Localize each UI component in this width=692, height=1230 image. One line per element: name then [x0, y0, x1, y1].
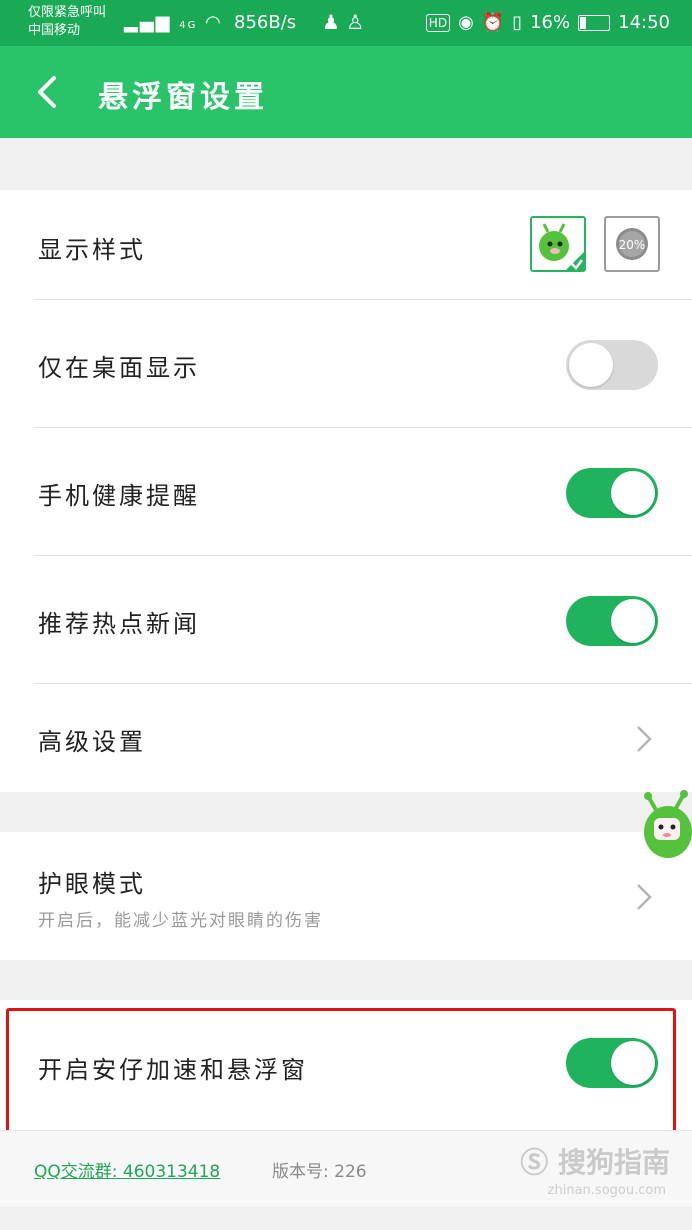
- advanced-settings-row[interactable]: 高级设置: [0, 684, 692, 792]
- desktop-only-row[interactable]: 仅在桌面显示: [0, 300, 692, 428]
- alarm-icon: ⏰: [481, 12, 505, 33]
- floating-mascot-icon[interactable]: [640, 790, 692, 862]
- display-style-label: 显示样式: [38, 236, 146, 264]
- sogou-logo-icon: Ⓢ: [520, 1146, 549, 1179]
- health-reminder-label: 手机健康提醒: [38, 482, 200, 510]
- display-style-row: 显示样式 20%: [0, 190, 692, 300]
- settings-group-eye-care: 护眼模式 开启后，能减少蓝光对眼睛的伤害: [0, 832, 692, 960]
- watermark: Ⓢ 搜狗指南: [520, 1141, 670, 1181]
- network-type: 4G: [179, 20, 198, 31]
- carrier-info: 仅限紧急呼叫 中国移动: [28, 4, 106, 40]
- eye-care-label: 护眼模式: [38, 870, 146, 898]
- qq-outline-icon: ♙: [346, 10, 365, 34]
- eye-care-subtitle: 开启后，能减少蓝光对眼睛的伤害: [38, 911, 323, 931]
- watermark-url: zhinan.sogou.com: [547, 1183, 666, 1198]
- qq-group-link[interactable]: QQ交流群: 460313418: [34, 1157, 220, 1182]
- eye-care-row[interactable]: 护眼模式 开启后，能减少蓝光对眼睛的伤害: [0, 832, 692, 960]
- style-option-mascot[interactable]: [530, 216, 586, 272]
- advanced-settings-label: 高级设置: [38, 728, 146, 756]
- mascot-style-icon: [532, 218, 584, 270]
- toggle-knob: [611, 471, 655, 515]
- eye-icon: ◉: [458, 12, 474, 33]
- signal-icon: ▂▄▆: [124, 12, 172, 33]
- qq-icon: ♟: [322, 10, 340, 34]
- app-bar: 悬浮窗设置: [0, 46, 692, 138]
- signal-icons: ▂▄▆ 4G ◠: [124, 12, 223, 33]
- notification-icons: ♟ ♙: [322, 10, 364, 34]
- percent-style-text: 20%: [619, 238, 646, 252]
- settings-group-main: 显示样式 20% 仅在桌面显示 手机健康提醒 推荐热点新闻 高级设置: [0, 190, 692, 792]
- hot-news-toggle[interactable]: [566, 596, 658, 646]
- hd-icon: HD: [425, 13, 451, 32]
- toggle-knob: [611, 599, 655, 643]
- hot-news-label: 推荐热点新闻: [38, 610, 200, 638]
- hot-news-row[interactable]: 推荐热点新闻: [0, 556, 692, 684]
- desktop-only-label: 仅在桌面显示: [38, 354, 200, 382]
- chevron-right-icon: [637, 726, 652, 752]
- network-speed: 856B/s: [234, 12, 297, 33]
- style-option-percent[interactable]: 20%: [604, 216, 660, 272]
- battery-percent: 16%: [530, 12, 571, 33]
- health-reminder-row[interactable]: 手机健康提醒: [0, 428, 692, 556]
- carrier-line-2: 中国移动: [28, 23, 81, 38]
- battery-icon: [578, 14, 611, 31]
- toggle-knob: [569, 343, 613, 387]
- chevron-right-icon: [637, 884, 652, 910]
- status-bar: 仅限紧急呼叫 中国移动 ▂▄▆ 4G ◠ 856B/s ♟ ♙ HD ◉ ⏰ ▯…: [0, 0, 692, 46]
- wifi-icon: ◠: [205, 12, 223, 33]
- clock: 14:50: [618, 12, 670, 33]
- system-icons: HD ◉ ⏰ ▯ 16% 14:50: [425, 12, 670, 33]
- health-reminder-toggle[interactable]: [566, 468, 658, 518]
- page-title: 悬浮窗设置: [98, 80, 268, 115]
- version-number: 版本号: 226: [272, 1162, 367, 1182]
- desktop-only-toggle[interactable]: [566, 340, 658, 390]
- footer: QQ交流群: 460313418 版本号: 226 Ⓢ 搜狗指南 zhinan.…: [0, 1130, 692, 1207]
- back-arrow-icon[interactable]: [30, 72, 70, 112]
- highlight-box: [6, 1008, 676, 1138]
- carrier-line-1: 仅限紧急呼叫: [28, 5, 107, 20]
- percent-style-icon: 20%: [616, 228, 648, 260]
- vibrate-icon: ▯: [512, 12, 523, 33]
- watermark-text: 搜狗指南: [557, 1146, 670, 1179]
